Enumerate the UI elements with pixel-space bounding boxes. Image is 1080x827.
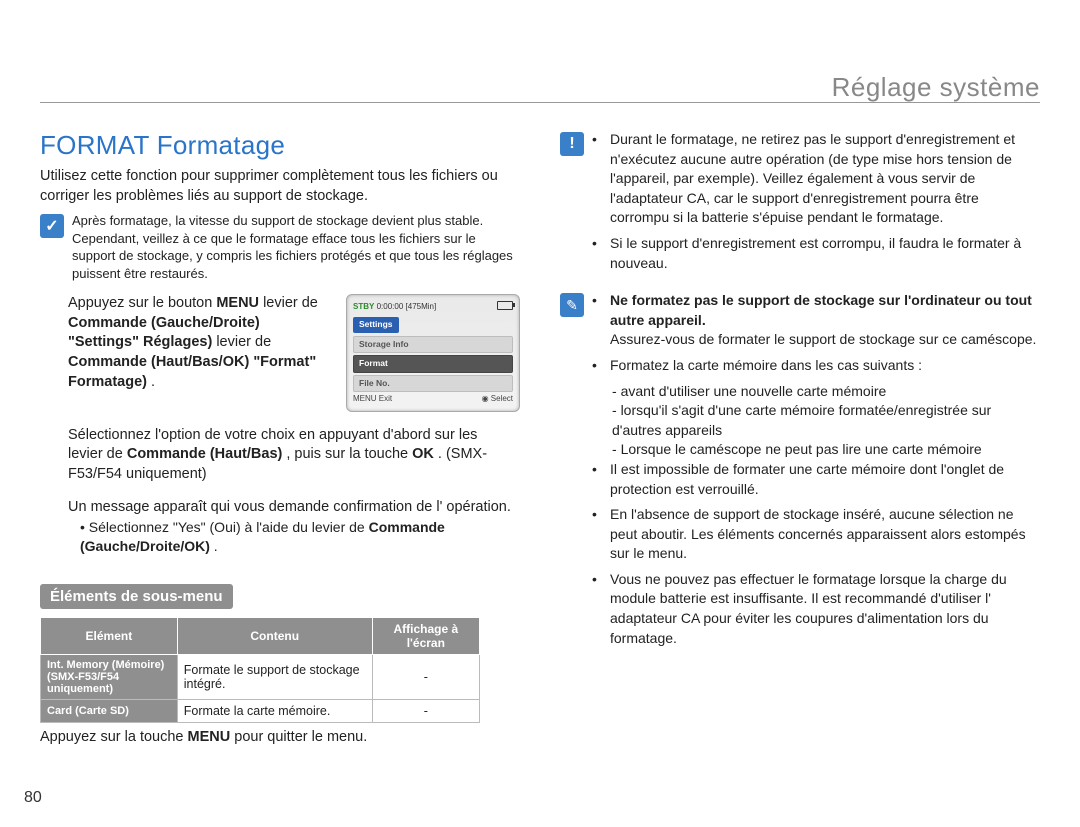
- lever-label: Commande (Haut/Bas): [127, 446, 283, 462]
- th-display: Affichage à l'écran: [372, 617, 479, 654]
- step-1: Appuyez sur le bouton MENU levier de Com…: [40, 294, 520, 411]
- submenu-heading: Éléments de sous-menu: [40, 584, 233, 609]
- warning-list: •Durant le formatage, ne retirez pas le …: [592, 130, 1040, 279]
- table-row: Card (Carte SD) Formate la carte mémoire…: [41, 699, 480, 722]
- cell-display: -: [372, 699, 479, 722]
- remaining-time: [475Min]: [406, 302, 437, 311]
- page-title: FORMAT Formatage: [40, 130, 520, 161]
- step-3: Un message apparaît qui vous demande con…: [40, 498, 520, 555]
- note-icon: ✎: [560, 293, 584, 317]
- warning-icon: !: [560, 132, 584, 156]
- notes-list: • Ne formatez pas le support de stockage…: [592, 291, 1040, 654]
- text: .: [151, 374, 155, 390]
- menu-row-file-no: File No.: [353, 375, 513, 392]
- two-column-layout: FORMAT Formatage Utilisez cette fonction…: [40, 130, 1040, 745]
- page-number: 80: [24, 789, 42, 807]
- lever-label: Commande (Haut/Bas/OK): [68, 354, 249, 370]
- note-text: Il est impossible de formater une carte …: [610, 460, 1040, 499]
- screen-footer-exit: MENU Exit: [353, 394, 392, 405]
- text: "Format": [253, 354, 316, 370]
- battery-icon: [497, 301, 513, 310]
- stby-indicator: STBY: [353, 302, 374, 311]
- step-2: Sélectionnez l'option de votre choix en …: [40, 426, 520, 485]
- warning-item: Si le support d'enregistrement est corro…: [610, 234, 1040, 273]
- left-column: FORMAT Formatage Utilisez cette fonction…: [40, 130, 520, 745]
- screen-footer-select: ◉ Select: [482, 394, 513, 405]
- cell-int-memory: Int. Memory (Mémoire): [47, 659, 171, 671]
- section-header: Réglage système: [832, 72, 1040, 103]
- settings-label: Réglages): [143, 334, 212, 350]
- manual-page: Réglage système FORMAT Formatage Utilise…: [0, 0, 1080, 827]
- text: levier de: [263, 295, 318, 311]
- footnote-menu-exit: Appuyez sur la touche MENU pour quitter …: [40, 729, 520, 745]
- text: levier de: [216, 334, 271, 350]
- text: Appuyez sur le bouton: [68, 295, 216, 311]
- menu-row-format: Format: [353, 355, 513, 372]
- note-after-format: ✓ Après formatage, la vitesse du support…: [40, 212, 520, 282]
- text: Appuyez sur la touche: [40, 729, 188, 745]
- submenu-table: Elément Contenu Affichage à l'écran Int.…: [40, 617, 480, 723]
- text: Un message apparaît qui vous demande con…: [68, 499, 511, 515]
- menu-label: MENU: [188, 729, 231, 745]
- step-number: [40, 498, 58, 555]
- camcorder-screen-mock: STBY 0:00:00 [475Min] Settings Storage I…: [346, 294, 520, 411]
- text: Sélectionnez l'option de votre choix en …: [68, 427, 477, 443]
- warning-item: Durant le formatage, ne retirez pas le s…: [610, 130, 1040, 228]
- cell-display: -: [372, 654, 479, 699]
- sub-note: Lorsque le caméscope ne peut pas lire un…: [612, 440, 1040, 460]
- table-row: Int. Memory (Mémoire) (SMX-F53/F54 uniqu…: [41, 654, 480, 699]
- step-number: [40, 294, 58, 411]
- format-label: Formatage): [68, 374, 147, 390]
- text: , puis sur la touche: [286, 446, 412, 462]
- step-number: [40, 426, 58, 485]
- cell-content: Formate la carte mémoire.: [177, 699, 372, 722]
- note-bold: Ne formatez pas le support de stockage s…: [610, 292, 1032, 328]
- settings-tab: Settings: [353, 317, 399, 332]
- check-icon: ✓: [40, 214, 64, 238]
- note-text: Après formatage, la vitesse du support d…: [72, 212, 520, 282]
- ok-label: OK: [412, 446, 434, 462]
- text: .: [214, 538, 218, 554]
- text: pour quitter le menu.: [234, 729, 367, 745]
- menu-label: MENU: [216, 295, 259, 311]
- cell-content: Formate le support de stockage intégré.: [177, 654, 372, 699]
- th-content: Contenu: [177, 617, 372, 654]
- text: levier de: [68, 446, 127, 462]
- notes-block: ✎ • Ne formatez pas le support de stocka…: [560, 291, 1040, 654]
- lever-label: Commande (Gauche/Droite): [68, 315, 260, 331]
- note-text: En l'absence de support de stockage insé…: [610, 505, 1040, 564]
- menu-row-storage-info: Storage Info: [353, 336, 513, 353]
- note-text: Vous ne pouvez pas effectuer le formatag…: [610, 570, 1040, 648]
- right-column: ! •Durant le formatage, ne retirez pas l…: [560, 130, 1040, 745]
- note-text: Formatez la carte mémoire dans les cas s…: [610, 356, 922, 376]
- cell-card: Card (Carte SD): [41, 699, 178, 722]
- header-rule: [40, 102, 1040, 103]
- step-1-text: Appuyez sur le bouton MENU levier de Com…: [68, 294, 330, 392]
- intro-paragraph: Utilisez cette fonction pour supprimer c…: [40, 167, 520, 206]
- cell-int-memory-note: (SMX-F53/F54 uniquement): [47, 671, 171, 695]
- warning-block: ! •Durant le formatage, ne retirez pas l…: [560, 130, 1040, 279]
- sub-note: avant d'utiliser une nouvelle carte mémo…: [612, 382, 1040, 402]
- rec-time: 0:00:00: [377, 302, 404, 311]
- text: Sélectionnez "Yes" (Oui) à l'aide du lev…: [89, 519, 369, 535]
- th-element: Elément: [41, 617, 178, 654]
- step-2-text: Sélectionnez l'option de votre choix en …: [68, 426, 520, 485]
- sub-note: lorsqu'il s'agit d'une carte mémoire for…: [612, 401, 1040, 440]
- step-3-text: Un message apparaît qui vous demande con…: [68, 498, 520, 555]
- text: "Settings": [68, 334, 143, 350]
- note-text: Assurez-vous de formater le support de s…: [610, 331, 1036, 347]
